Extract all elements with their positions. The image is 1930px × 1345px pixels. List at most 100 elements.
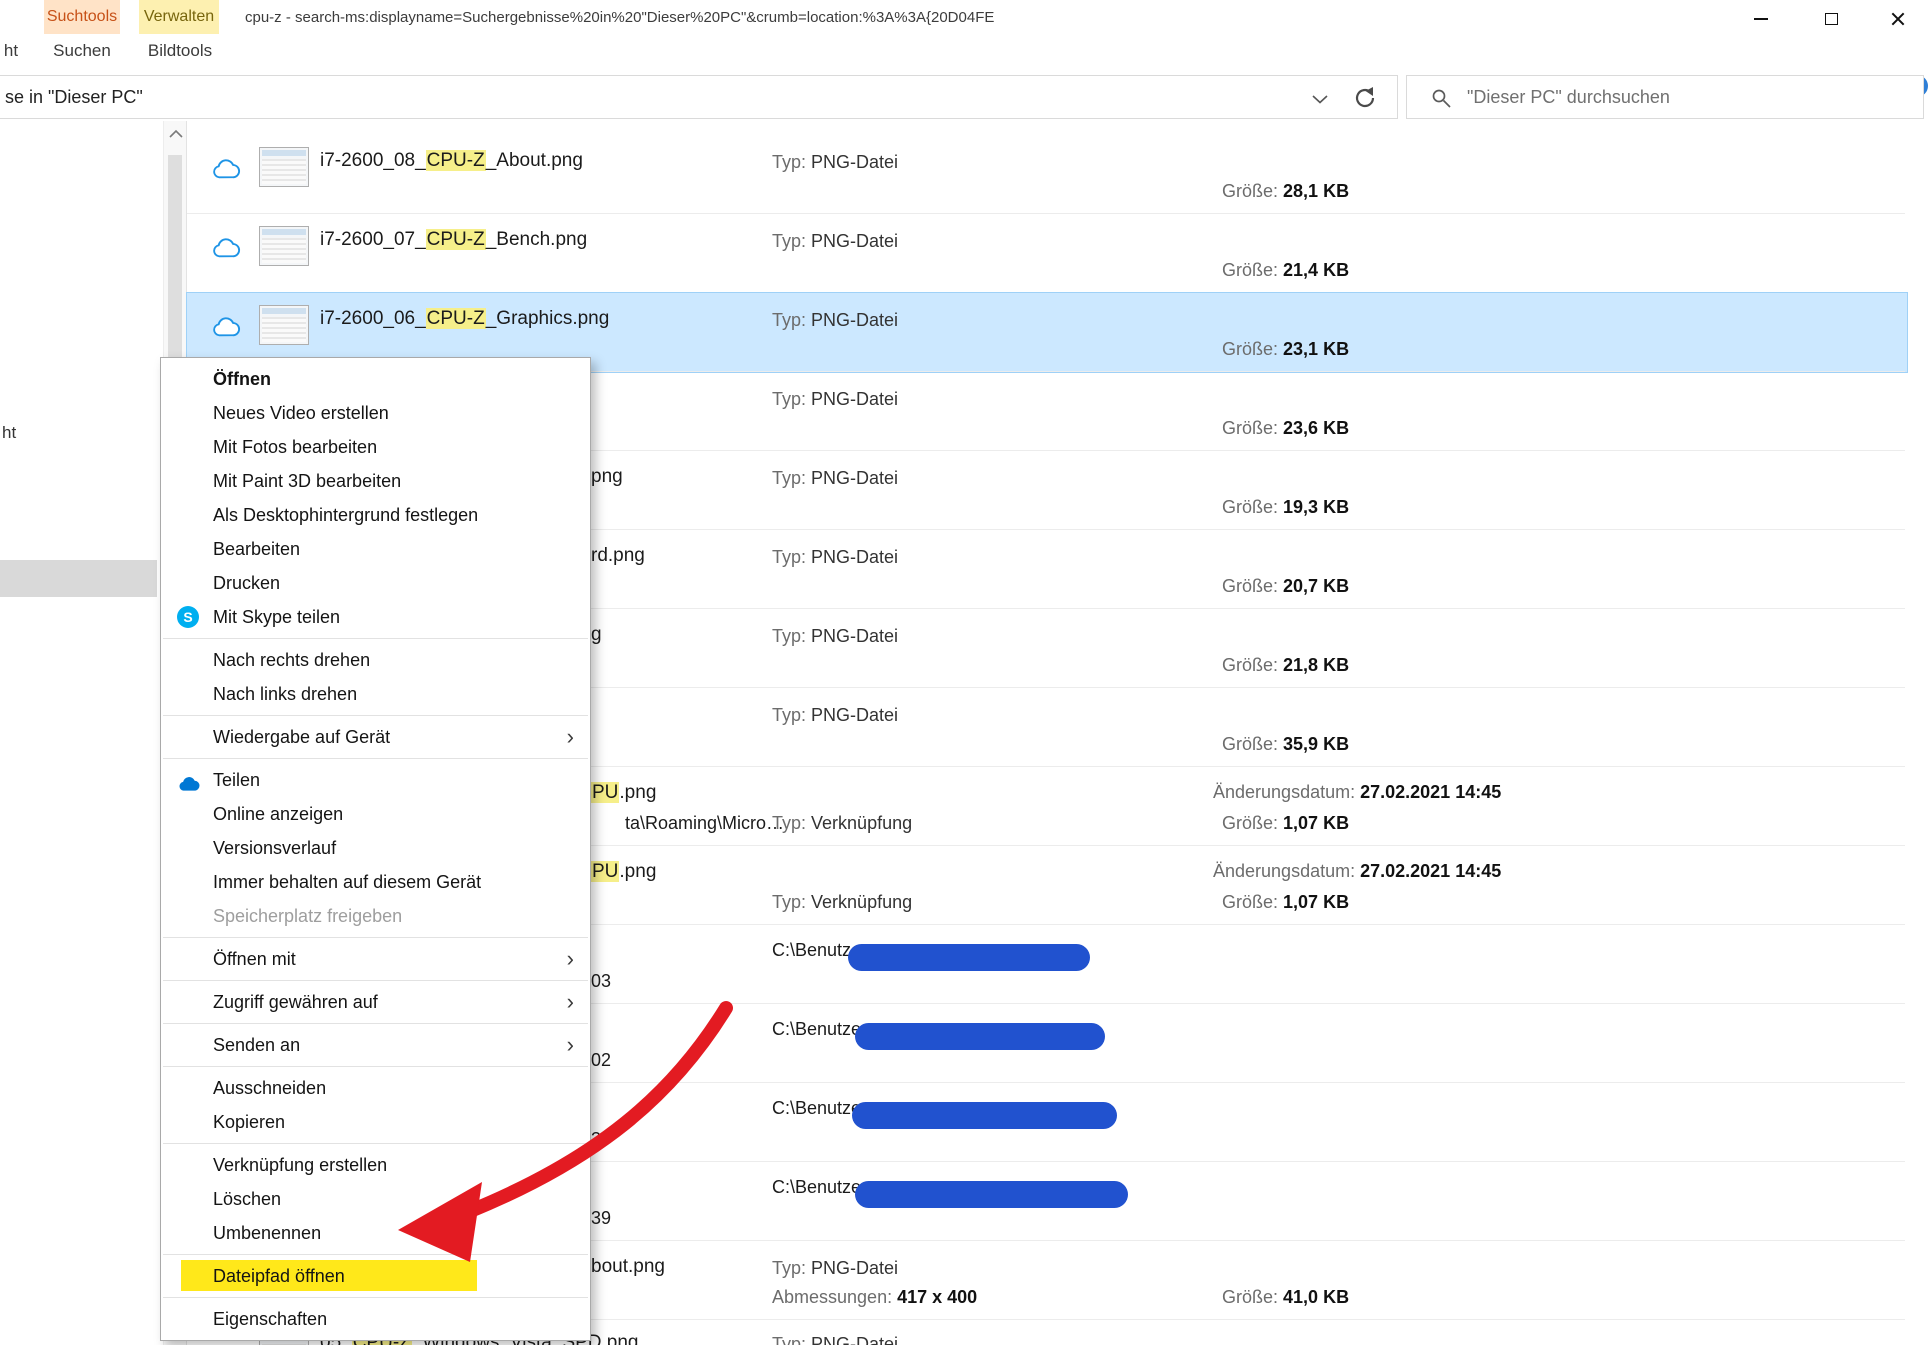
file-name: i7-2600_06_CPU-Z_Graphics.png: [320, 308, 609, 330]
detail-value: 27.02.2021 14:45: [1360, 782, 1501, 802]
detail-value: 35,9 KB: [1283, 734, 1349, 754]
menu-item-verknuepfung-erstellen[interactable]: Verknüpfung erstellen: [161, 1148, 590, 1182]
detail-value: 27.02.2021 14:45: [1360, 861, 1501, 881]
group-tab-suchtools[interactable]: Suchtools: [44, 0, 120, 34]
file-name: i7-2600_07_CPU-Z_Bench.png: [320, 229, 587, 251]
group-tab-verwalten[interactable]: Verwalten: [139, 0, 219, 34]
menu-item-label: Speicherplatz freigeben: [213, 906, 402, 926]
menu-item-versionsverlauf[interactable]: Versionsverlauf: [161, 831, 590, 865]
file-path-prefix: C:\Benutze: [772, 1177, 861, 1198]
minimize-button[interactable]: [1726, 0, 1796, 37]
menu-item-immer-behalten-auf-diesem-geraet[interactable]: Immer behalten auf diesem Gerät: [161, 865, 590, 899]
menu-item-mit-paint-3d-bearbeiten[interactable]: Mit Paint 3D bearbeiten: [161, 464, 590, 498]
detail-label: Typ:: [772, 152, 806, 172]
file-size: Größe: 21,4 KB: [1222, 260, 1349, 281]
menu-item-senden-an[interactable]: Senden an›: [161, 1028, 590, 1062]
detail-label: Änderungsdatum:: [1213, 782, 1355, 802]
detail-label: Größe:: [1222, 497, 1278, 517]
ribbon-tab-row: ht Suchen Bildtools ?: [0, 34, 1930, 68]
menu-item-label: Nach links drehen: [213, 684, 357, 704]
menu-item-dateipfad-oeffnen[interactable]: Dateipfad öffnen: [161, 1259, 590, 1293]
address-bar[interactable]: se in "Dieser PC": [0, 75, 1398, 119]
file-type: Typ: PNG-Datei: [772, 1258, 898, 1279]
menu-item-label: Neues Video erstellen: [213, 403, 389, 423]
file-type: Typ: PNG-Datei: [772, 1334, 898, 1345]
menu-item-ausschneiden[interactable]: Ausschneiden: [161, 1071, 590, 1105]
file-type: Typ: Verknüpfung: [772, 892, 912, 913]
menu-item-label: Immer behalten auf diesem Gerät: [213, 872, 481, 892]
file-type: Typ: PNG-Datei: [772, 310, 898, 331]
scroll-up-icon[interactable]: [168, 129, 184, 139]
titlebar: Suchtools Verwalten cpu-z - search-ms:di…: [0, 0, 1930, 37]
menu-item-online-anzeigen[interactable]: Online anzeigen: [161, 797, 590, 831]
menu-item-als-desktophintergrund-festlegen[interactable]: Als Desktophintergrund festlegen: [161, 498, 590, 532]
file-size: Größe: 20,7 KB: [1222, 576, 1349, 597]
menu-item-label: Umbenennen: [213, 1223, 321, 1243]
menu-separator: [163, 1023, 588, 1024]
menu-separator: [163, 937, 588, 938]
file-row[interactable]: i7-2600_08_CPU-Z_About.png Typ: PNG-Date…: [187, 135, 1907, 214]
menu-item-oeffnen-mit[interactable]: Öffnen mit›: [161, 942, 590, 976]
tab-suchen[interactable]: Suchen: [46, 34, 118, 68]
menu-item-label: Verknüpfung erstellen: [213, 1155, 387, 1175]
menu-item-label: Öffnen mit: [213, 949, 296, 969]
menu-item-oeffnen[interactable]: Öffnen: [161, 362, 590, 396]
nav-selected-item[interactable]: [0, 560, 157, 597]
menu-item-label: Mit Fotos bearbeiten: [213, 437, 377, 457]
menu-separator: [163, 1143, 588, 1144]
redaction-bar: [855, 1181, 1128, 1208]
detail-value: 1,07 KB: [1283, 892, 1349, 912]
detail-value: Verknüpfung: [811, 892, 912, 912]
menu-item-nach-links-drehen[interactable]: Nach links drehen: [161, 677, 590, 711]
onedrive-status-icon: [211, 238, 241, 258]
window-title: cpu-z - search-ms:displayname=Suchergebn…: [245, 0, 994, 37]
detail-value: PNG-Datei: [811, 1258, 898, 1278]
close-button[interactable]: [1866, 0, 1930, 37]
search-term-highlight: CPU-Z: [426, 308, 486, 329]
detail-value: PNG-Datei: [811, 231, 898, 251]
menu-item-umbenennen[interactable]: Umbenennen: [161, 1216, 590, 1250]
detail-label: Größe:: [1222, 260, 1278, 280]
menu-item-mit-fotos-bearbeiten[interactable]: Mit Fotos bearbeiten: [161, 430, 590, 464]
refresh-icon[interactable]: [1352, 85, 1378, 111]
file-row[interactable]: i7-2600_07_CPU-Z_Bench.png Typ: PNG-Date…: [187, 214, 1907, 293]
menu-item-eigenschaften[interactable]: Eigenschaften: [161, 1302, 590, 1336]
menu-item-mit-skype-teilen[interactable]: SMit Skype teilen: [161, 600, 590, 634]
close-icon: [1890, 11, 1906, 27]
menu-item-wiedergabe-auf-geraet[interactable]: Wiedergabe auf Gerät›: [161, 720, 590, 754]
nav-tree-item-partial[interactable]: ht: [2, 423, 16, 443]
menu-item-neues-video-erstellen[interactable]: Neues Video erstellen: [161, 396, 590, 430]
detail-value: PNG-Datei: [811, 389, 898, 409]
file-thumbnail: [259, 305, 309, 345]
search-box[interactable]: "Dieser PC" durchsuchen: [1406, 75, 1924, 119]
detail-value: PNG-Datei: [811, 152, 898, 172]
maximize-button[interactable]: [1796, 0, 1866, 37]
detail-label: Größe:: [1222, 813, 1278, 833]
file-name: rd.png: [591, 545, 645, 567]
file-type: Typ: PNG-Datei: [772, 705, 898, 726]
menu-item-bearbeiten[interactable]: Bearbeiten: [161, 532, 590, 566]
file-size: Größe: 1,07 KB: [1222, 813, 1349, 834]
menu-item-teilen[interactable]: Teilen: [161, 763, 590, 797]
menu-item-kopieren[interactable]: Kopieren: [161, 1105, 590, 1139]
detail-label: Typ:: [772, 389, 806, 409]
onedrive-status-icon: [211, 159, 241, 179]
file-name: 03: [591, 971, 611, 992]
menu-item-drucken[interactable]: Drucken: [161, 566, 590, 600]
tab-ansicht-partial[interactable]: ht: [0, 34, 22, 68]
tab-bildtools[interactable]: Bildtools: [138, 34, 222, 68]
maximize-icon: [1825, 13, 1838, 25]
menu-item-label: Versionsverlauf: [213, 838, 336, 858]
redaction-bar: [855, 1023, 1105, 1050]
detail-value: 41,0 KB: [1283, 1287, 1349, 1307]
menu-item-nach-rechts-drehen[interactable]: Nach rechts drehen: [161, 643, 590, 677]
menu-item-zugriff-gewaehren-auf[interactable]: Zugriff gewähren auf›: [161, 985, 590, 1019]
detail-label: Typ:: [772, 705, 806, 725]
file-thumbnail: [259, 147, 309, 187]
menu-item-loeschen[interactable]: Löschen: [161, 1182, 590, 1216]
search-term-highlight: CPU-Z: [426, 150, 486, 171]
address-dropdown-chevron-icon[interactable]: [1311, 94, 1329, 105]
menu-separator: [163, 980, 588, 981]
file-name-text: _Bench.png: [486, 229, 587, 250]
file-name-text: _Graphics.png: [486, 308, 610, 329]
